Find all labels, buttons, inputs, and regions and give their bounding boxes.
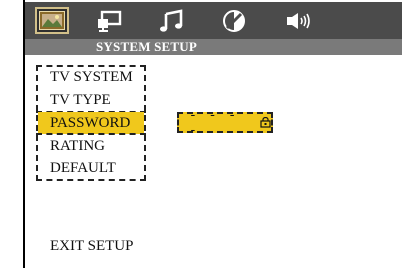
- menu-item-rating[interactable]: RATING: [38, 135, 144, 157]
- setup-menu: TV SYSTEM TV TYPE PASSWORD RATING DEFAUL…: [36, 65, 146, 181]
- menu-item-tv-system[interactable]: TV SYSTEM: [38, 66, 144, 88]
- menu-item-tv-type[interactable]: TV TYPE: [38, 89, 144, 111]
- speaker-setup-icon: [287, 13, 310, 29]
- tab-preference-setup[interactable]: [217, 8, 251, 34]
- video-setup-icon: [98, 10, 122, 32]
- section-bar: [25, 39, 402, 55]
- tab-video-setup[interactable]: [93, 8, 127, 34]
- tab-audio-setup[interactable]: [155, 8, 189, 34]
- tab-general-setup[interactable]: [35, 7, 69, 34]
- preference-setup-icon: [223, 10, 245, 32]
- section-title: SYSTEM SETUP: [96, 39, 198, 54]
- menu-item-password[interactable]: PASSWORD: [38, 112, 144, 134]
- menu-item-default[interactable]: DEFAULT: [38, 157, 144, 179]
- lock-icon: [260, 117, 271, 128]
- password-value: - - - -: [189, 107, 239, 138]
- tab-bar: [25, 2, 402, 39]
- tab-speaker-setup[interactable]: [280, 8, 320, 34]
- password-field[interactable]: - - - -: [177, 108, 273, 138]
- general-setup-icon: [39, 11, 65, 30]
- exit-setup-button[interactable]: EXIT SETUP: [50, 238, 133, 255]
- audio-setup-icon: [160, 9, 183, 32]
